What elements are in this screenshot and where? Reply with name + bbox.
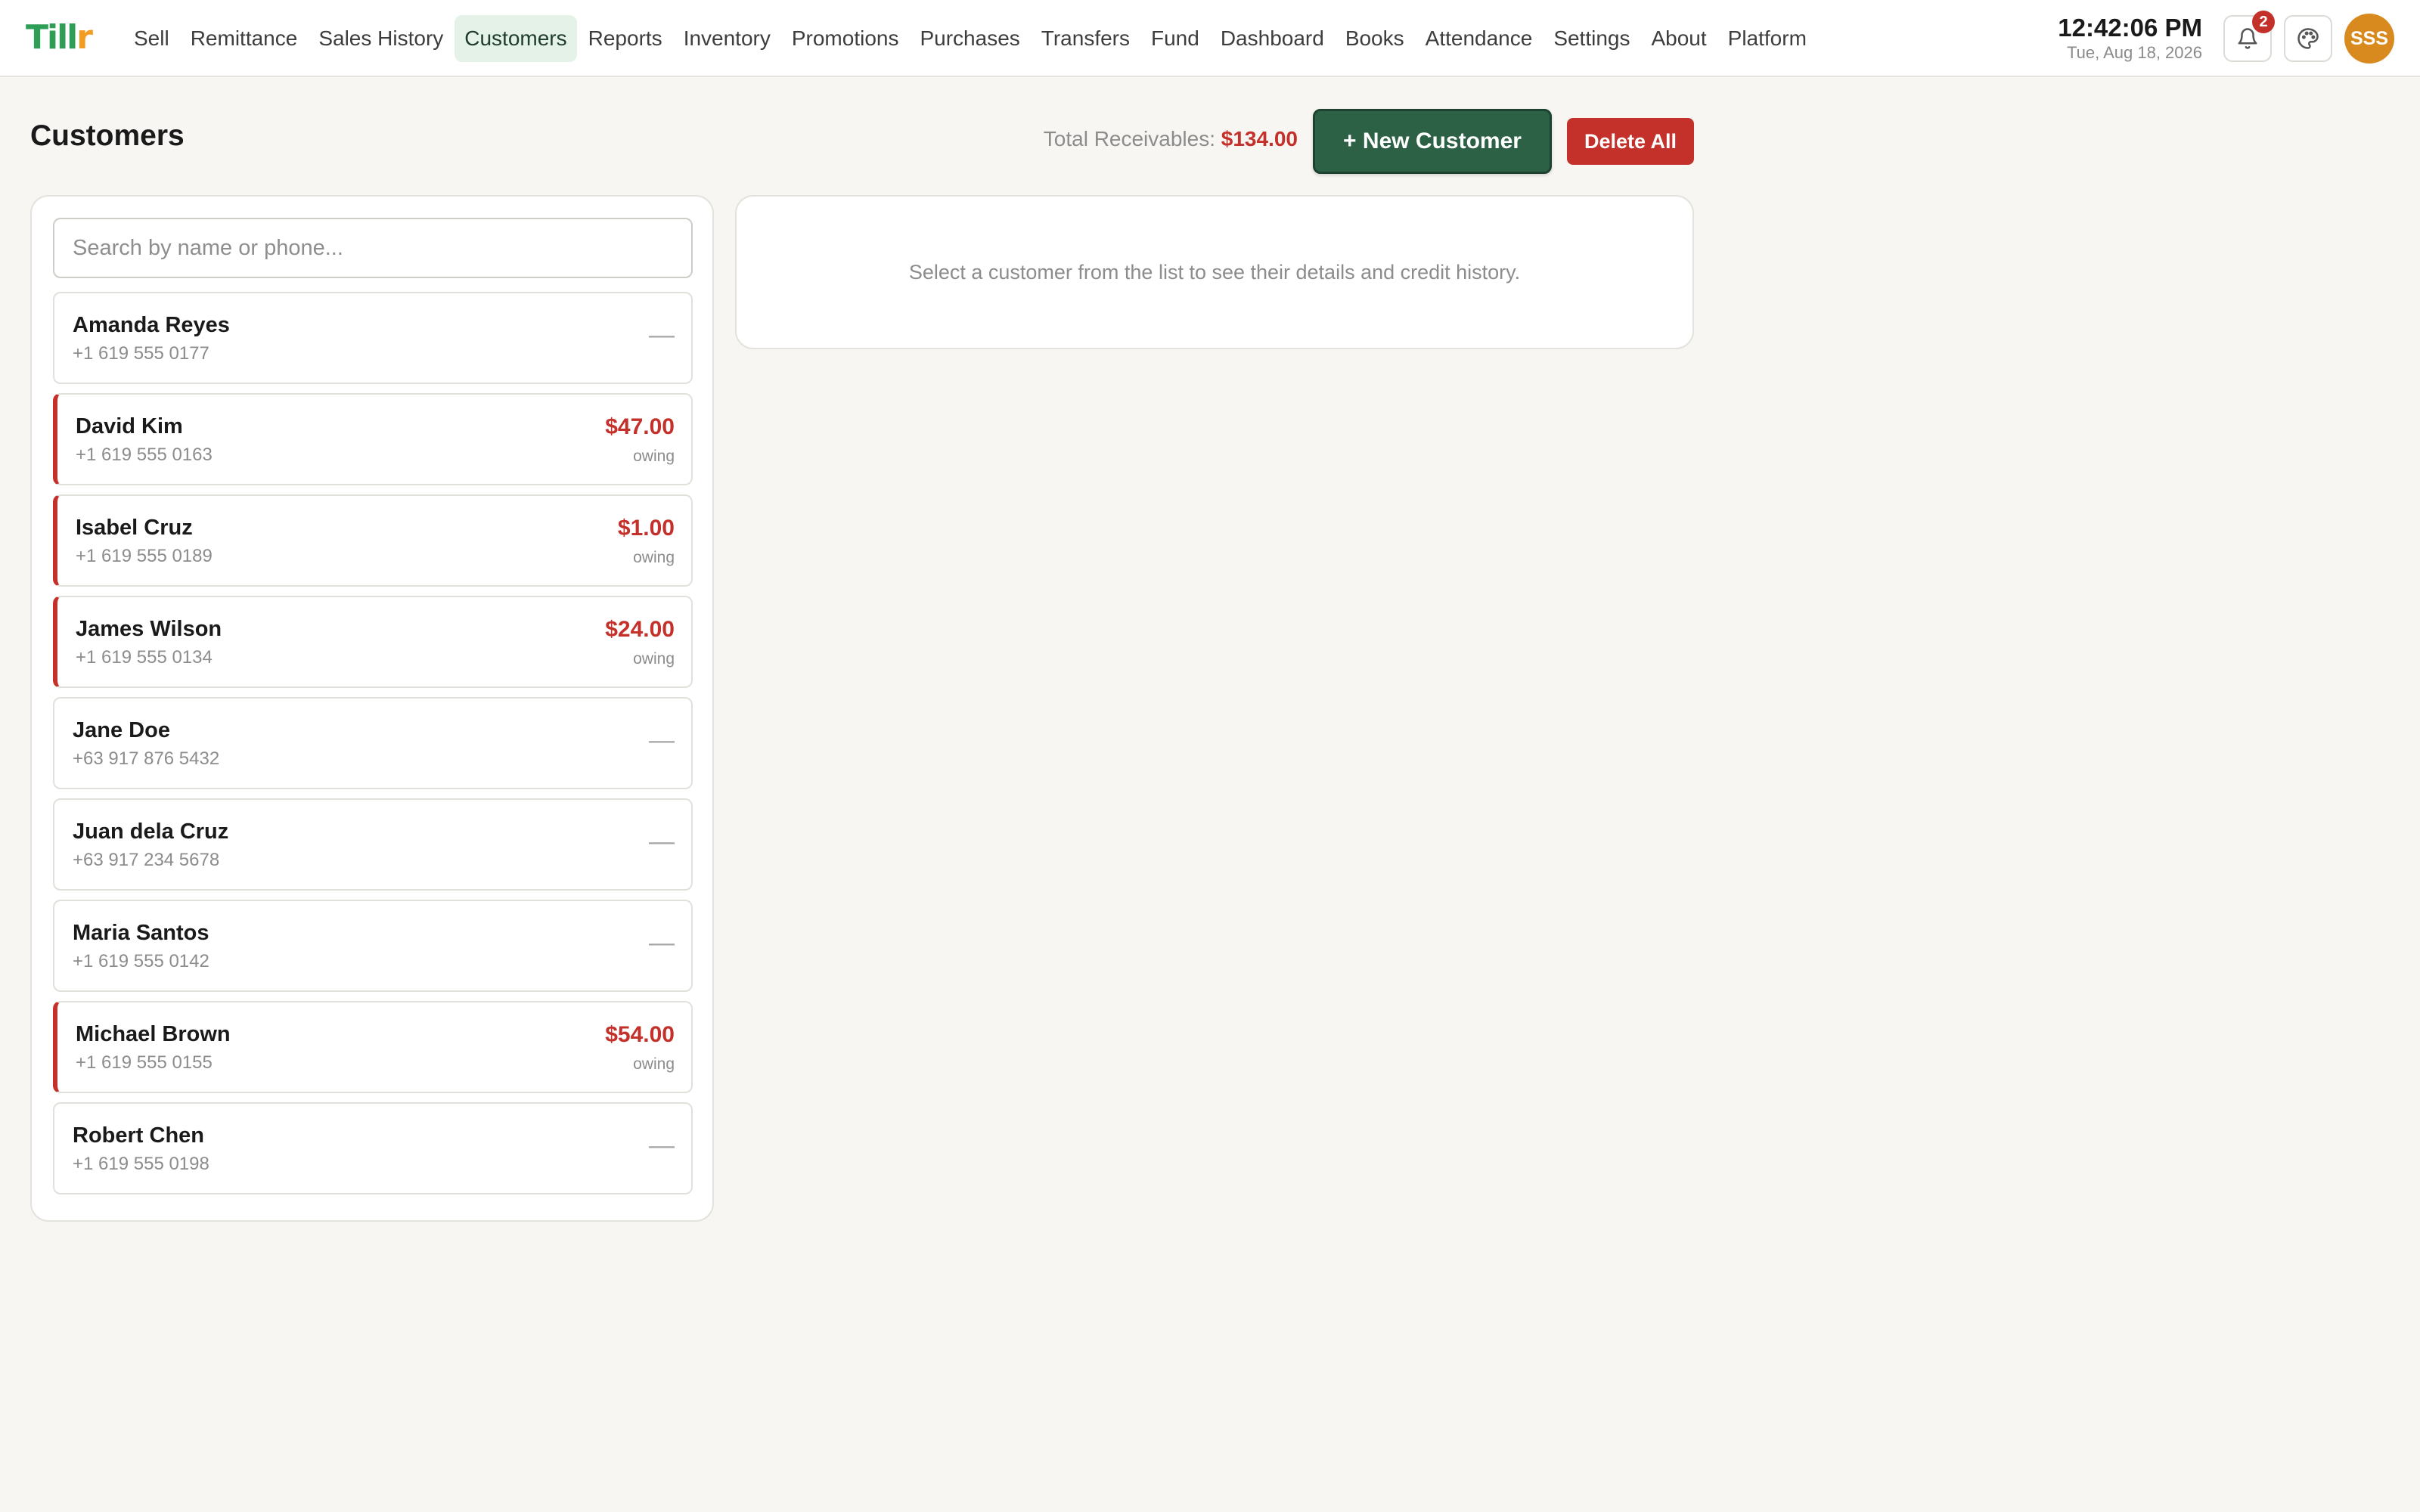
customer-row[interactable]: Isabel Cruz +1 619 555 0189 $1.00 owing [53,494,693,587]
owing-label: owing [633,1055,675,1073]
nav-item-promotions[interactable]: Promotions [782,15,909,62]
theme-button[interactable] [2284,15,2332,62]
customer-phone: +63 917 876 5432 [73,748,220,769]
customer-phone: +1 619 555 0177 [73,343,209,364]
nav-item-purchases[interactable]: Purchases [910,15,1029,62]
customer-no-balance: — [649,321,675,349]
customer-balance: $47.00 [605,414,675,439]
customer-row[interactable]: Jane Doe +63 917 876 5432 — [53,697,693,789]
nav-item-books[interactable]: Books [1336,15,1414,62]
nav-item-settings[interactable]: Settings [1544,15,1640,62]
customer-no-balance: — [649,726,675,754]
customer-list-panel: Amanda Reyes +1 619 555 0177 — David Kim +1 … [30,195,714,1222]
nav-item-transfers[interactable]: Transfers [1032,15,1140,62]
nav-item-sell[interactable]: Sell [124,15,179,62]
top-bar: Till r Sell Remittance Sales History Custome… [0,0,2420,77]
customer-balance: $24.00 [605,617,675,642]
delete-all-button[interactable]: Delete All [1567,118,1694,165]
customer-phone: +1 619 555 0198 [73,1154,209,1174]
logo-accent: r [76,18,93,57]
customer-row[interactable]: Michael Brown +1 619 555 0155 $54.00 owing [53,1001,693,1093]
nav-item-fund[interactable]: Fund [1141,15,1209,62]
customer-row[interactable]: Maria Santos +1 619 555 0142 — [53,900,693,992]
customer-phone: +1 619 555 0134 [76,647,213,668]
nav-item-inventory[interactable]: Inventory [674,15,780,62]
search-input[interactable] [53,218,693,278]
customer-row[interactable]: Juan dela Cruz +63 917 234 5678 — [53,798,693,891]
customer-row[interactable]: David Kim +1 619 555 0163 $47.00 owing [53,393,693,485]
nav-item-attendance[interactable]: Attendance [1416,15,1543,62]
customer-no-balance: — [649,928,675,957]
clock-time: 12:42:06 PM [2058,14,2202,42]
customer-no-balance: — [649,1131,675,1160]
customer-row[interactable]: Amanda Reyes +1 619 555 0177 — [53,292,693,384]
owing-label: owing [633,650,675,668]
nav-item-platform[interactable]: Platform [1718,15,1817,62]
logo-text: Till [26,18,78,57]
nav-item-customers[interactable]: Customers [455,15,577,62]
customer-row[interactable]: James Wilson +1 619 555 0134 $24.00 owing [53,596,693,688]
customer-name: Amanda Reyes [73,313,230,337]
customer-phone: +1 619 555 0142 [73,951,209,971]
customer-phone: +1 619 555 0155 [76,1052,213,1073]
customer-name: Maria Santos [73,921,209,945]
customer-name: Jane Doe [73,718,170,742]
receivables-amount: $134.00 [1221,127,1298,150]
main-nav: Sell Remittance Sales History Customers Repo… [124,15,1818,62]
customer-phone: +63 917 234 5678 [73,850,220,870]
notification-badge: 2 [2252,11,2275,33]
nav-item-dashboard[interactable]: Dashboard [1211,15,1334,62]
customer-balance: $1.00 [617,516,675,541]
customer-list: Amanda Reyes +1 619 555 0177 — David Kim +1 … [53,292,693,1204]
nav-item-remittance[interactable]: Remittance [181,15,308,62]
customer-phone: +1 619 555 0163 [76,445,213,465]
owing-label: owing [633,448,675,465]
customer-name: David Kim [76,414,183,438]
total-receivables: Total Receivables: $134.00 [1044,127,1298,151]
customer-phone: +1 619 555 0189 [76,546,213,566]
new-customer-button[interactable]: + New Customer [1313,109,1552,174]
nav-item-reports[interactable]: Reports [579,15,672,62]
app-logo[interactable]: Till r [26,18,93,57]
customer-no-balance: — [649,827,675,856]
detail-empty-hint: Select a customer from the list to see t… [908,260,1521,284]
customer-name: Isabel Cruz [76,516,193,540]
customer-name: Juan dela Cruz [73,820,229,844]
page-title: Customers [30,119,185,152]
nav-item-about[interactable]: About [1641,15,1716,62]
receivables-label: Total Receivables: [1043,127,1215,150]
clock: 12:42:06 PM Tue, Aug 18, 2026 [2058,14,2202,64]
customer-name: James Wilson [76,617,222,641]
customer-name: Michael Brown [76,1022,231,1046]
nav-item-sales-history[interactable]: Sales History [309,15,453,62]
owing-label: owing [633,549,675,566]
user-avatar[interactable]: SSS [2344,14,2394,64]
customer-detail-panel: Select a customer from the list to see t… [735,195,1694,349]
palette-icon [2297,28,2319,49]
customer-row[interactable]: Robert Chen +1 619 555 0198 — [53,1102,693,1194]
clock-date: Tue, Aug 18, 2026 [2067,43,2202,62]
customer-balance: $54.00 [605,1022,675,1047]
customer-name: Robert Chen [73,1123,204,1148]
notifications-button[interactable]: 2 [2223,11,2275,62]
